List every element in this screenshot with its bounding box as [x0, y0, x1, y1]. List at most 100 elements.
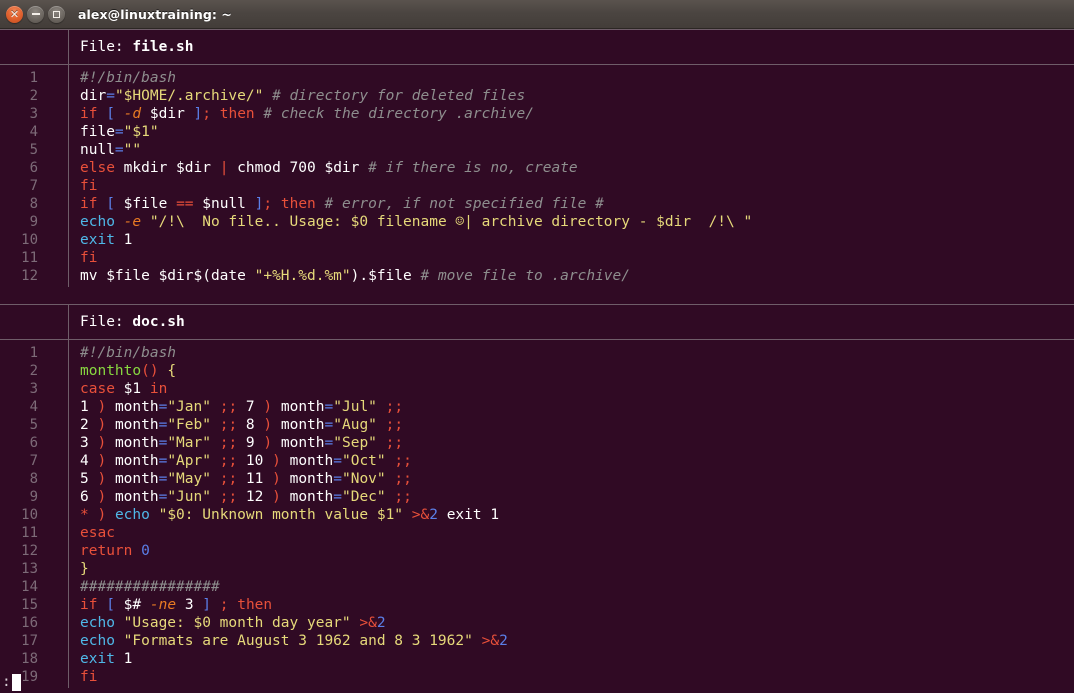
line-content: dir="$HOME/.archive/" # directory for de…	[80, 88, 526, 104]
text-cursor	[11, 673, 21, 691]
line-content: 1 ) month="Jan" ;; 7 ) month="Jul" ;;	[80, 399, 404, 415]
code-line: 2 dir="$HOME/.archive/" # directory for d…	[0, 87, 1074, 105]
line-content: 6 ) month="Jun" ;; 12 ) month="Dec" ;;	[80, 489, 412, 505]
code-area-file-sh: 1 #!/bin/bash 2 dir="$HOME/.archive/" # di…	[0, 65, 1074, 287]
file-header-doc-sh: File: doc.sh	[0, 305, 1074, 339]
file-header-label: File:	[80, 314, 133, 330]
code-line: 8 if [ $file == $null ]; then # error, if…	[0, 195, 1074, 213]
line-content: file="$1"	[80, 124, 159, 140]
line-content: 4 ) month="Apr" ;; 10 ) month="Oct" ;;	[80, 453, 412, 469]
code-line: 14 ################	[0, 578, 1074, 596]
line-number: 15	[21, 597, 38, 613]
line-content: mv $file $dir$(date "+%H.%d.%m").$file #…	[80, 268, 630, 284]
code-area-doc-sh: 1 #!/bin/bash 2 monthto() { 3 case $1 in 4 1…	[0, 340, 1074, 688]
line-number: 4	[29, 399, 38, 415]
code-line: 2 monthto() {	[0, 362, 1074, 380]
file-block-doc-sh: File: doc.sh 1 #!/bin/bash 2 monthto() { 3…	[0, 305, 1074, 688]
line-content: ################	[80, 579, 220, 595]
maximize-icon	[53, 10, 60, 18]
file-header-label: File:	[80, 39, 133, 55]
pager-prompt[interactable]: :	[0, 671, 21, 693]
terminal-content[interactable]: File: file.sh 1 #!/bin/bash 2 dir="$HOME/.…	[0, 29, 1074, 693]
line-number: 6	[29, 435, 38, 451]
code-line: 3 case $1 in	[0, 380, 1074, 398]
window-title: alex@linuxtraining: ~	[78, 6, 233, 22]
code-line: 7 fi	[0, 177, 1074, 195]
line-number: 12	[21, 268, 38, 284]
gutter-divider	[68, 305, 69, 339]
file-header-file-sh: File: file.sh	[0, 30, 1074, 64]
maximize-button[interactable]	[48, 5, 65, 23]
line-number: 8	[29, 471, 38, 487]
line-content: #!/bin/bash	[80, 70, 177, 86]
gutter-divider	[68, 65, 69, 287]
line-content: if [ $# -ne 3 ] ; then	[80, 597, 273, 613]
code-line: 10 exit 1	[0, 231, 1074, 249]
terminal-window: ✕ alex@linuxtraining: ~ File: file.sh 1 #…	[0, 0, 1074, 693]
code-line: 12 mv $file $dir$(date "+%H.%d.%m").$file…	[0, 267, 1074, 285]
line-content: fi	[80, 669, 98, 685]
line-number: 1	[29, 70, 38, 86]
code-line: 4 1 ) month="Jan" ;; 7 ) month="Jul" ;;	[0, 398, 1074, 416]
line-content: fi	[80, 250, 98, 266]
line-number: 9	[29, 214, 38, 230]
line-number: 11	[21, 250, 38, 266]
close-button[interactable]: ✕	[6, 5, 23, 23]
code-line: 1 #!/bin/bash	[0, 344, 1074, 362]
line-content: echo "Formats are August 3 1962 and 8 3 …	[80, 633, 508, 649]
code-line: 16 echo "Usage: $0 month day year" >&2	[0, 614, 1074, 632]
code-line: 5 2 ) month="Feb" ;; 8 ) month="Aug" ;;	[0, 416, 1074, 434]
window-controls: ✕	[6, 5, 65, 23]
line-number: 7	[29, 453, 38, 469]
line-number: 3	[29, 106, 38, 122]
gutter-divider	[68, 30, 69, 64]
line-content: esac	[80, 525, 115, 541]
line-number: 13	[21, 561, 38, 577]
line-number: 17	[21, 633, 38, 649]
file-header-name: doc.sh	[132, 314, 185, 330]
line-number: 6	[29, 160, 38, 176]
line-number: 12	[21, 543, 38, 559]
code-line: 5 null=""	[0, 141, 1074, 159]
line-number: 7	[29, 178, 38, 194]
line-content: if [ -d $dir ]; then # check the directo…	[80, 106, 535, 122]
line-number: 2	[29, 363, 38, 379]
code-line: 11 esac	[0, 524, 1074, 542]
line-number: 3	[29, 381, 38, 397]
file-header-text: File: file.sh	[80, 38, 194, 56]
gutter-divider	[68, 340, 69, 688]
code-line: 1 #!/bin/bash	[0, 69, 1074, 87]
line-content: 3 ) month="Mar" ;; 9 ) month="Sep" ;;	[80, 435, 404, 451]
line-number: 1	[29, 345, 38, 361]
line-number: 5	[29, 417, 38, 433]
file-header-name: file.sh	[132, 39, 194, 55]
line-content: echo -e "/!\ No file.. Usage: $0 filenam…	[80, 214, 753, 230]
line-content: #!/bin/bash	[80, 345, 177, 361]
line-content: monthto() {	[80, 363, 177, 379]
file-block-file-sh: File: file.sh 1 #!/bin/bash 2 dir="$HOME/.…	[0, 29, 1074, 305]
code-line: 17 echo "Formats are August 3 1962 and 8 …	[0, 632, 1074, 650]
code-line: 4 file="$1"	[0, 123, 1074, 141]
line-content: if [ $file == $null ]; then # error, if …	[80, 196, 604, 212]
code-line: 12 return 0	[0, 542, 1074, 560]
line-content: else mkdir $dir | chmod 700 $dir # if th…	[80, 160, 578, 176]
line-content: * ) echo "$0: Unknown month value $1" >&…	[80, 507, 500, 523]
code-line: 9 6 ) month="Jun" ;; 12 ) month="Dec" ;;	[0, 488, 1074, 506]
code-line: 3 if [ -d $dir ]; then # check the direct…	[0, 105, 1074, 123]
line-number: 2	[29, 88, 38, 104]
line-content: case $1 in	[80, 381, 168, 397]
window-titlebar: ✕ alex@linuxtraining: ~	[0, 0, 1074, 29]
code-line: 19 fi	[0, 668, 1074, 686]
minimize-button[interactable]	[27, 5, 44, 23]
line-content: }	[80, 561, 89, 577]
minimize-icon	[31, 13, 40, 15]
close-icon: ✕	[9, 7, 20, 21]
code-line: 15 if [ $# -ne 3 ] ; then	[0, 596, 1074, 614]
pager-prompt-colon: :	[2, 673, 11, 690]
line-number: 18	[21, 651, 38, 667]
line-number: 5	[29, 142, 38, 158]
line-content: exit 1	[80, 651, 133, 667]
file-header-text: File: doc.sh	[80, 313, 185, 331]
line-number: 14	[21, 579, 38, 595]
